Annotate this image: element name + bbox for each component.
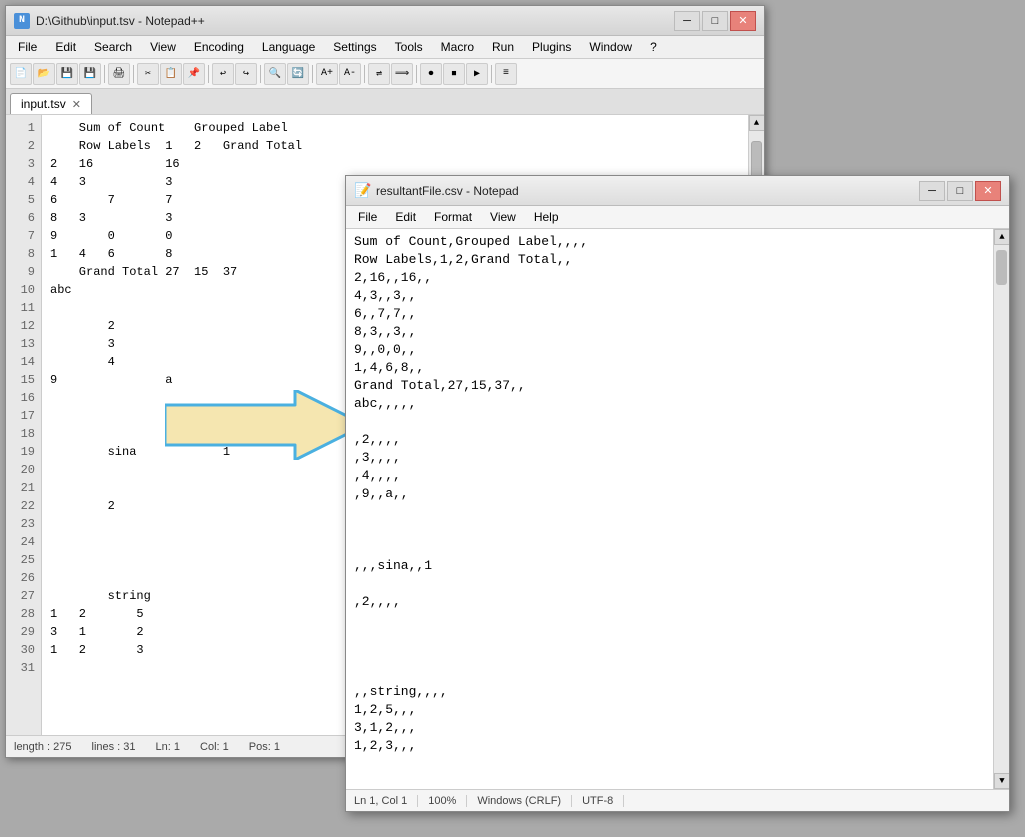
status-ln: Ln: 1	[156, 741, 180, 753]
toolbar-indent[interactable]: ⟹	[391, 63, 413, 85]
toolbar-macro-play[interactable]: ▶	[466, 63, 488, 85]
menu-tools[interactable]: Tools	[387, 38, 431, 56]
scroll-up-arrow[interactable]: ▲	[749, 115, 765, 131]
toolbar-sep1	[104, 65, 105, 83]
status-pos: Pos: 1	[249, 741, 280, 753]
toolbar-extra1[interactable]: ≡	[495, 63, 517, 85]
arrow-annotation	[165, 390, 365, 460]
notepad-status-zoom: 100%	[418, 795, 467, 807]
toolbar-sep4	[260, 65, 261, 83]
notepad-scroll-down[interactable]: ▼	[994, 773, 1009, 789]
arrow-svg	[165, 390, 365, 460]
menu-edit[interactable]: Edit	[47, 38, 84, 56]
notepad-menu-edit[interactable]: Edit	[387, 208, 424, 226]
status-lines: lines : 31	[92, 741, 136, 753]
toolbar-copy[interactable]: 📋	[160, 63, 182, 85]
npp-window-controls: ─ □ ✕	[674, 11, 756, 31]
tab-close-icon[interactable]: ✕	[72, 98, 81, 111]
toolbar-sep2	[133, 65, 134, 83]
notepad-status-encoding: UTF-8	[572, 795, 624, 807]
toolbar-macro-stop[interactable]: ⏹	[443, 63, 465, 85]
notepad-menu-view[interactable]: View	[482, 208, 524, 226]
menu-window[interactable]: Window	[581, 38, 640, 56]
tab-label: input.tsv	[21, 97, 66, 111]
toolbar-find[interactable]: 🔍	[264, 63, 286, 85]
toolbar-zoom-in[interactable]: A+	[316, 63, 338, 85]
notepad-status-eol: Windows (CRLF)	[467, 795, 572, 807]
notepad-title: resultantFile.csv - Notepad	[376, 184, 919, 198]
menu-settings[interactable]: Settings	[325, 38, 384, 56]
toolbar-redo[interactable]: ↪	[235, 63, 257, 85]
toolbar-wordwrap[interactable]: ⇌	[368, 63, 390, 85]
notepad-menubar: File Edit Format View Help	[346, 206, 1009, 229]
toolbar-replace[interactable]: 🔄	[287, 63, 309, 85]
notepad-menu-format[interactable]: Format	[426, 208, 480, 226]
notepad-scroll-up[interactable]: ▲	[994, 229, 1009, 245]
npp-title: D:\Github\input.tsv - Notepad++	[36, 14, 674, 28]
npp-toolbar: 📄 📂 💾 💾 🖨 ✂ 📋 📌 ↩ ↪ 🔍 🔄 A+ A- ⇌ ⟹ ⏺ ⏹ ▶ …	[6, 59, 764, 89]
notepad-menu-help[interactable]: Help	[526, 208, 567, 226]
menu-macro[interactable]: Macro	[433, 38, 482, 56]
notepad-code-area[interactable]: Sum of Count,Grouped Label,,,, Row Label…	[346, 229, 993, 789]
toolbar-macro-rec[interactable]: ⏺	[420, 63, 442, 85]
status-col: Col: 1	[200, 741, 229, 753]
npp-maximize-btn[interactable]: □	[702, 11, 728, 31]
menu-plugins[interactable]: Plugins	[524, 38, 579, 56]
notepad-icon: 📝	[354, 183, 370, 199]
status-length: length : 275	[14, 741, 72, 753]
notepad-window-controls: ─ □ ✕	[919, 181, 1001, 201]
toolbar-saveall[interactable]: 💾	[79, 63, 101, 85]
notepad-statusbar: Ln 1, Col 1 100% Windows (CRLF) UTF-8	[346, 789, 1009, 811]
toolbar-paste[interactable]: 📌	[183, 63, 205, 85]
menu-language[interactable]: Language	[254, 38, 323, 56]
npp-tabs: input.tsv ✕	[6, 89, 764, 115]
toolbar-undo[interactable]: ↩	[212, 63, 234, 85]
toolbar-sep8	[491, 65, 492, 83]
npp-menubar: File Edit Search View Encoding Language …	[6, 36, 764, 59]
menu-encoding[interactable]: Encoding	[186, 38, 252, 56]
notepad-close-btn[interactable]: ✕	[975, 181, 1001, 201]
npp-close-btn[interactable]: ✕	[730, 11, 756, 31]
npp-minimize-btn[interactable]: ─	[674, 11, 700, 31]
menu-run[interactable]: Run	[484, 38, 522, 56]
tab-input-tsv[interactable]: input.tsv ✕	[10, 93, 92, 114]
notepad-scroll-thumb[interactable]	[996, 250, 1007, 285]
notepad-editor-area: Sum of Count,Grouped Label,,,, Row Label…	[346, 229, 1009, 789]
notepad-menu-file[interactable]: File	[350, 208, 385, 226]
toolbar-new[interactable]: 📄	[10, 63, 32, 85]
line-numbers: 1234567891011121314151617181920212223242…	[6, 115, 42, 735]
toolbar-sep3	[208, 65, 209, 83]
toolbar-sep7	[416, 65, 417, 83]
menu-search[interactable]: Search	[86, 38, 140, 56]
notepad-maximize-btn[interactable]: □	[947, 181, 973, 201]
notepad-titlebar: 📝 resultantFile.csv - Notepad ─ □ ✕	[346, 176, 1009, 206]
toolbar-open[interactable]: 📂	[33, 63, 55, 85]
menu-file[interactable]: File	[10, 38, 45, 56]
toolbar-cut[interactable]: ✂	[137, 63, 159, 85]
notepad-window: 📝 resultantFile.csv - Notepad ─ □ ✕ File…	[345, 175, 1010, 812]
npp-app-icon: N	[14, 13, 30, 29]
menu-view[interactable]: View	[142, 38, 184, 56]
toolbar-sep5	[312, 65, 313, 83]
notepad-scroll-track[interactable]	[994, 245, 1009, 773]
toolbar-sep6	[364, 65, 365, 83]
toolbar-zoom-out[interactable]: A-	[339, 63, 361, 85]
npp-titlebar: N D:\Github\input.tsv - Notepad++ ─ □ ✕	[6, 6, 764, 36]
toolbar-save[interactable]: 💾	[56, 63, 78, 85]
toolbar-print[interactable]: 🖨	[108, 63, 130, 85]
menu-help[interactable]: ?	[642, 38, 665, 56]
notepad-scrollbar[interactable]: ▲ ▼	[993, 229, 1009, 789]
notepad-status-ln-col: Ln 1, Col 1	[354, 795, 418, 807]
notepad-minimize-btn[interactable]: ─	[919, 181, 945, 201]
